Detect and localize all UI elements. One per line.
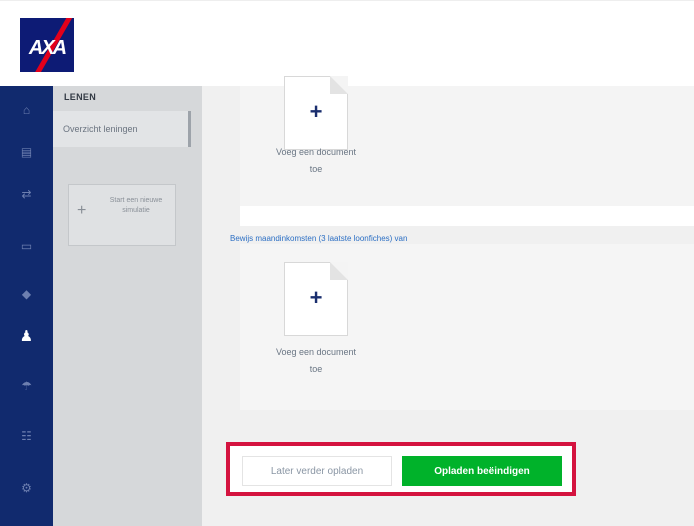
caption-line: Voeg een document bbox=[275, 147, 357, 157]
upload-section-1: + Voeg een document toe bbox=[240, 76, 694, 206]
new-simulation-button[interactable]: + Start een nieuwe simulatie bbox=[68, 184, 176, 246]
add-document-caption-1[interactable]: Voeg een document toe bbox=[256, 144, 376, 178]
card-icon[interactable]: ▭ bbox=[0, 222, 53, 270]
profile-icon[interactable]: ☷ bbox=[0, 412, 53, 460]
transfer-icon[interactable]: ⇄ bbox=[0, 170, 53, 218]
loans-panel: LENEN Overzicht leningen + Start een nie… bbox=[53, 86, 202, 526]
section-divider bbox=[240, 206, 694, 226]
income-proof-label: Bewijs maandinkomsten (3 laatste loonfic… bbox=[230, 234, 408, 243]
action-area: Later verder opladen Opladen beëindigen bbox=[202, 410, 694, 526]
home-icon[interactable]: ⌂ bbox=[0, 86, 53, 134]
page-fold bbox=[330, 262, 348, 280]
insurance-icon[interactable]: ☂ bbox=[0, 362, 53, 410]
add-document-tile-1[interactable]: + bbox=[284, 76, 348, 150]
caption-line: Voeg een document bbox=[275, 347, 357, 357]
axa-logo[interactable]: AXA bbox=[20, 18, 74, 72]
caption-line: toe bbox=[309, 364, 323, 374]
caption-line: toe bbox=[309, 164, 323, 174]
upload-later-button[interactable]: Later verder opladen bbox=[242, 456, 392, 486]
accounts-icon[interactable]: ▤ bbox=[0, 128, 53, 176]
action-highlight-frame: Later verder opladen Opladen beëindigen bbox=[226, 442, 576, 496]
add-document-icon: + bbox=[309, 99, 323, 124]
logo-text: AXA bbox=[28, 37, 67, 59]
savings-icon[interactable]: ◆ bbox=[0, 270, 53, 318]
loans-header: LENEN bbox=[64, 92, 97, 102]
top-header: AXA bbox=[0, 0, 694, 86]
new-simulation-label: Start een nieuwe simulatie bbox=[109, 197, 163, 214]
plus-icon: + bbox=[77, 202, 87, 219]
page-fold bbox=[330, 76, 348, 94]
settings-icon[interactable]: ⚙ bbox=[0, 464, 53, 512]
add-document-caption-2[interactable]: Voeg een document toe bbox=[256, 344, 376, 378]
add-document-tile-2[interactable]: + bbox=[284, 262, 348, 336]
loans-overview-item[interactable]: Overzicht leningen bbox=[53, 111, 191, 147]
icon-sidebar: ⌂ ▤ ⇄ ▭ ◆ ♟ ☂ ☷ ⚙ bbox=[0, 86, 53, 526]
upload-content: + Voeg een document toe Bewijs maandinko… bbox=[202, 76, 694, 526]
finish-upload-button[interactable]: Opladen beëindigen bbox=[402, 456, 562, 486]
loans-icon[interactable]: ♟ bbox=[0, 312, 53, 360]
upload-section-2: + Voeg een document toe bbox=[240, 244, 694, 410]
add-document-icon: + bbox=[309, 285, 323, 310]
